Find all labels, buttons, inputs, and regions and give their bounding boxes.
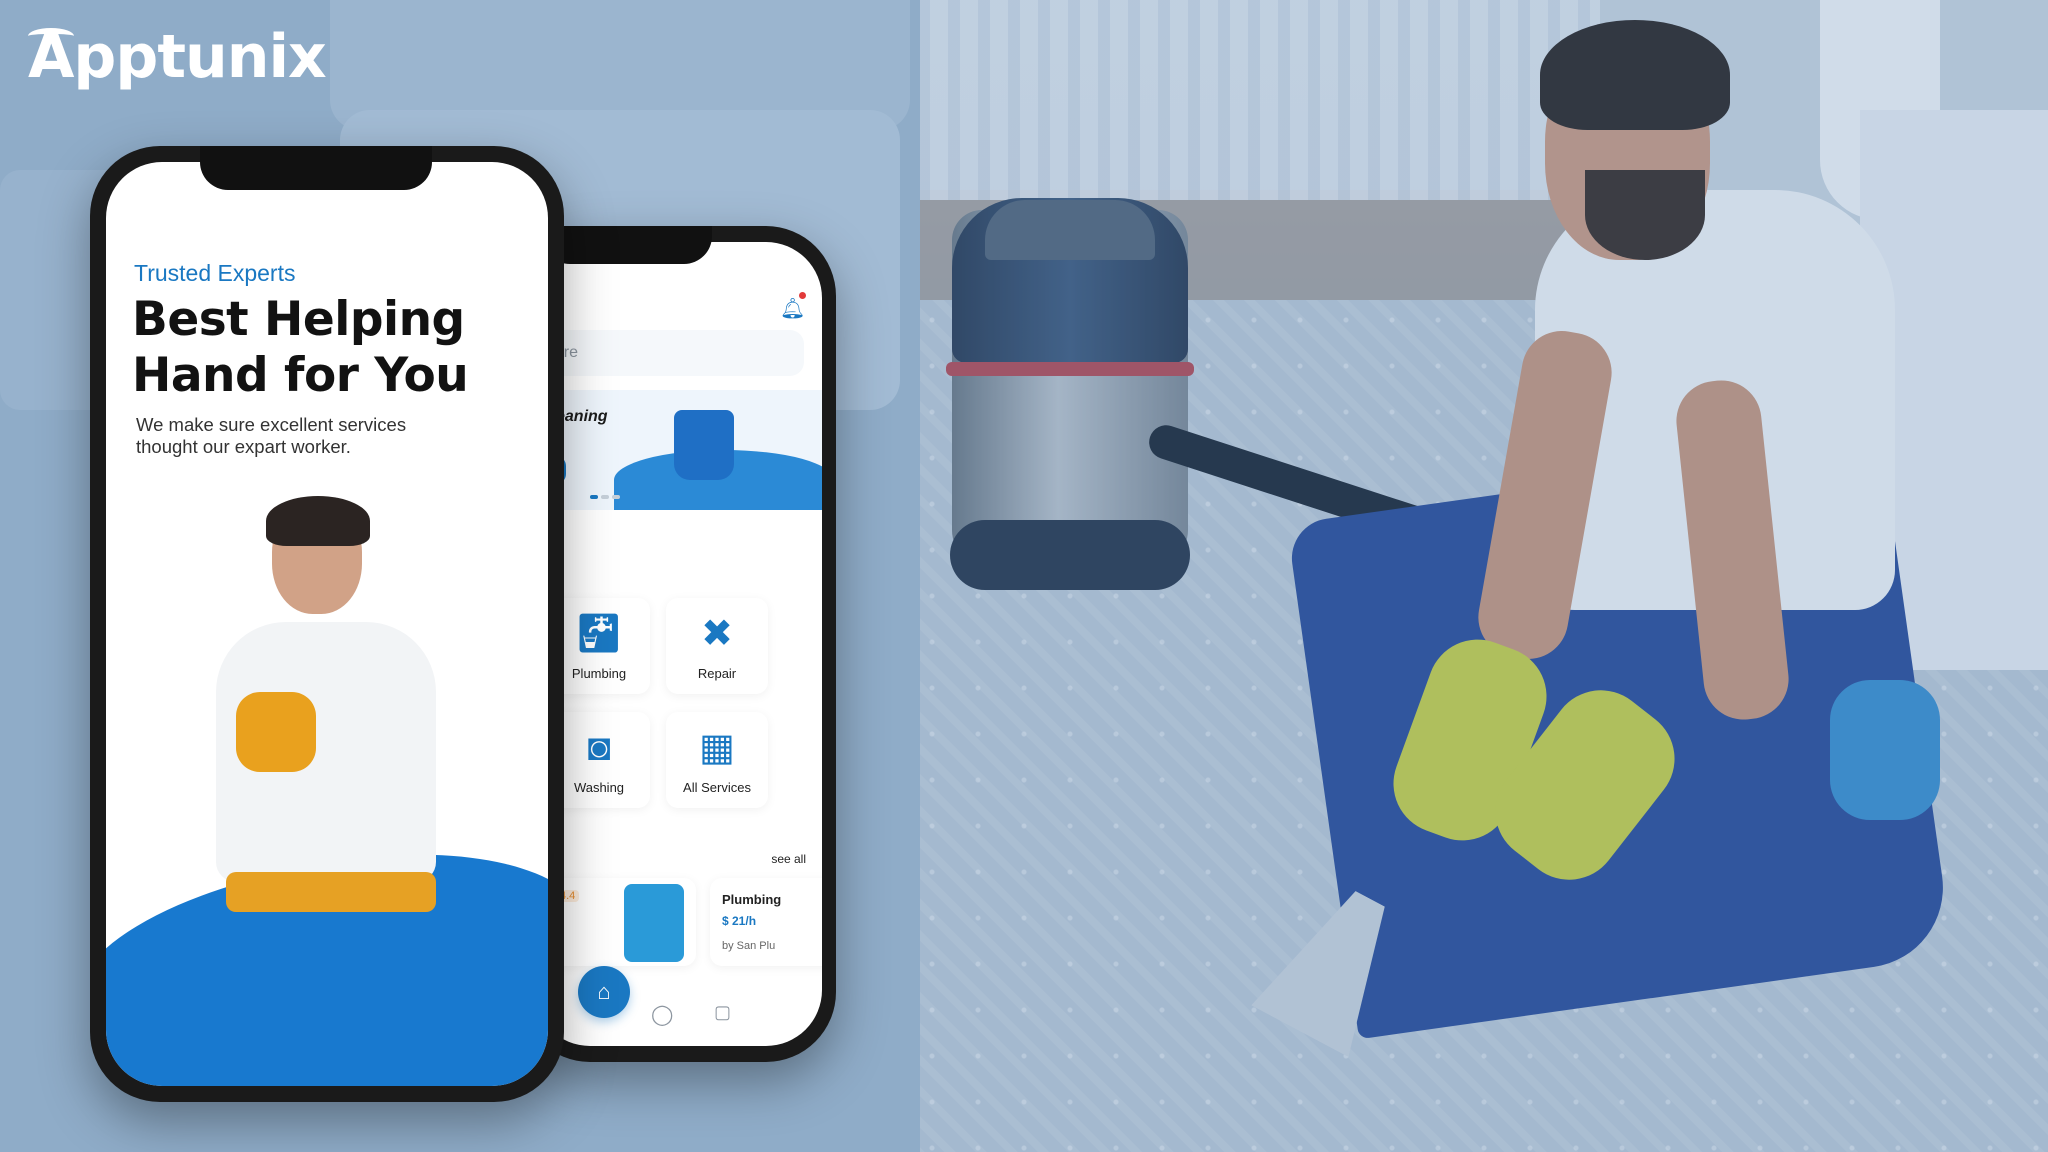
grid-icon: ▦	[699, 727, 735, 769]
card-title: Plumbing	[722, 892, 782, 907]
service-label: All Services	[683, 780, 751, 795]
home-nav-button[interactable]: ⌂	[578, 966, 630, 1018]
chat-icon[interactable]: ◯	[651, 1002, 673, 1027]
worker-illustration	[166, 496, 466, 912]
phone-mockup-front: Trusted Experts Best Helping Hand for Yo…	[90, 146, 564, 1102]
phone-back-screen: 🔔︎ here Cleaning w 🚰︎ Plumbing ✖ Repair …	[534, 242, 822, 1046]
phone-front-screen: Trusted Experts Best Helping Hand for Yo…	[106, 162, 548, 1086]
search-field[interactable]: here	[534, 330, 804, 376]
provider-card-right[interactable]: Plumbing $ 21/h by San Plu	[710, 878, 822, 966]
worker-hair	[266, 496, 370, 546]
hero-subtitle: We make sure excellent services thought …	[136, 414, 407, 457]
tool-belt	[226, 872, 436, 912]
provider-photo	[624, 884, 684, 962]
phone-notch	[200, 146, 432, 190]
service-repair[interactable]: ✖ Repair	[666, 598, 768, 694]
promo-banner[interactable]: Cleaning w	[534, 390, 822, 510]
kicker-text: Trusted Experts	[134, 260, 296, 286]
bag-icon[interactable]: ▢	[714, 1002, 731, 1023]
card-provider: by San Plu	[722, 940, 776, 952]
card-price: $ 21/h	[722, 914, 757, 928]
wrench-screwdriver-icon: ✖	[701, 613, 733, 655]
bell-icon[interactable]: 🔔︎	[780, 296, 805, 320]
service-label: Repair	[697, 666, 737, 681]
carousel-dots[interactable]	[590, 486, 623, 504]
phone-mockup-back: 🔔︎ here Cleaning w 🚰︎ Plumbing ✖ Repair …	[520, 226, 836, 1062]
cleaning-bucket-icon	[674, 410, 734, 480]
thumbs-up-glove-icon	[236, 692, 316, 772]
brand-logo: Apptunix	[28, 22, 327, 92]
phone-notch	[542, 226, 712, 264]
hero-title: Best Helping Hand for You	[132, 292, 469, 403]
see-all-link[interactable]: see all	[771, 852, 806, 866]
service-all[interactable]: ▦ All Services	[666, 712, 768, 808]
